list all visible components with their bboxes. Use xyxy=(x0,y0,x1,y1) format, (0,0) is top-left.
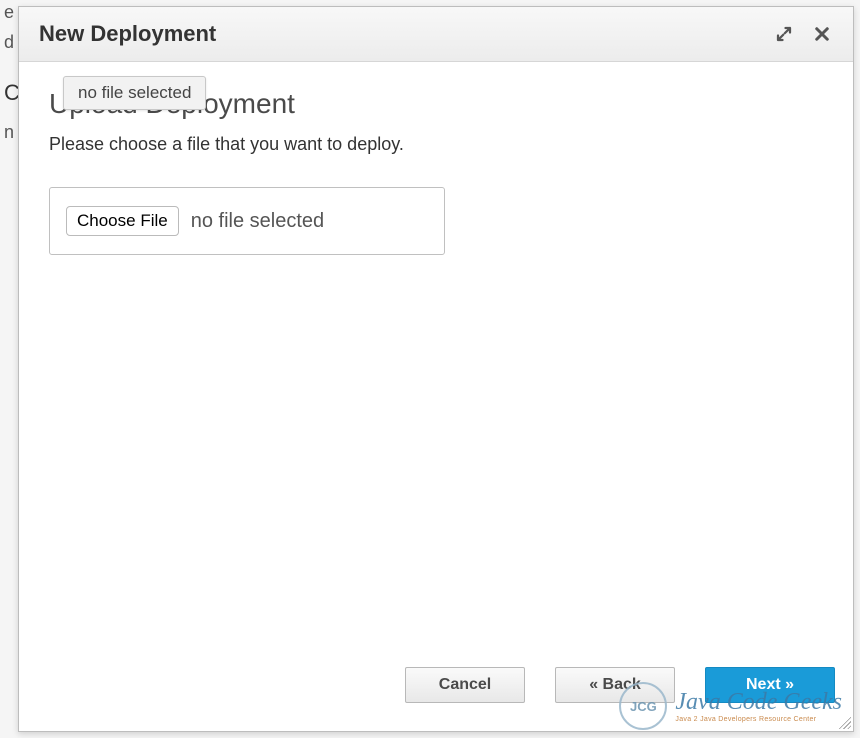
background-text: n xyxy=(0,120,18,145)
file-tooltip: no file selected xyxy=(63,76,206,110)
cancel-button[interactable]: Cancel xyxy=(405,667,525,703)
file-selected-status: no file selected xyxy=(191,210,324,233)
choose-file-button[interactable]: Choose File xyxy=(66,206,179,236)
modal-footer: Cancel « Back Next » xyxy=(19,657,853,731)
back-button[interactable]: « Back xyxy=(555,667,675,703)
expand-icon[interactable] xyxy=(773,23,795,45)
file-upload-box: Choose File no file selected xyxy=(49,187,445,255)
close-icon[interactable] xyxy=(811,23,833,45)
new-deployment-modal: New Deployment no file selected Upload D… xyxy=(18,6,854,732)
modal-body: no file selected Upload Deployment Pleas… xyxy=(19,62,853,657)
modal-header-actions xyxy=(773,23,833,45)
resize-handle-icon[interactable] xyxy=(835,713,851,729)
next-button[interactable]: Next » xyxy=(705,667,835,703)
upload-deployment-description: Please choose a file that you want to de… xyxy=(49,134,823,155)
background-text: e xyxy=(0,0,18,25)
modal-title: New Deployment xyxy=(39,21,216,47)
modal-header: New Deployment xyxy=(19,7,853,62)
background-text: d xyxy=(0,30,18,55)
